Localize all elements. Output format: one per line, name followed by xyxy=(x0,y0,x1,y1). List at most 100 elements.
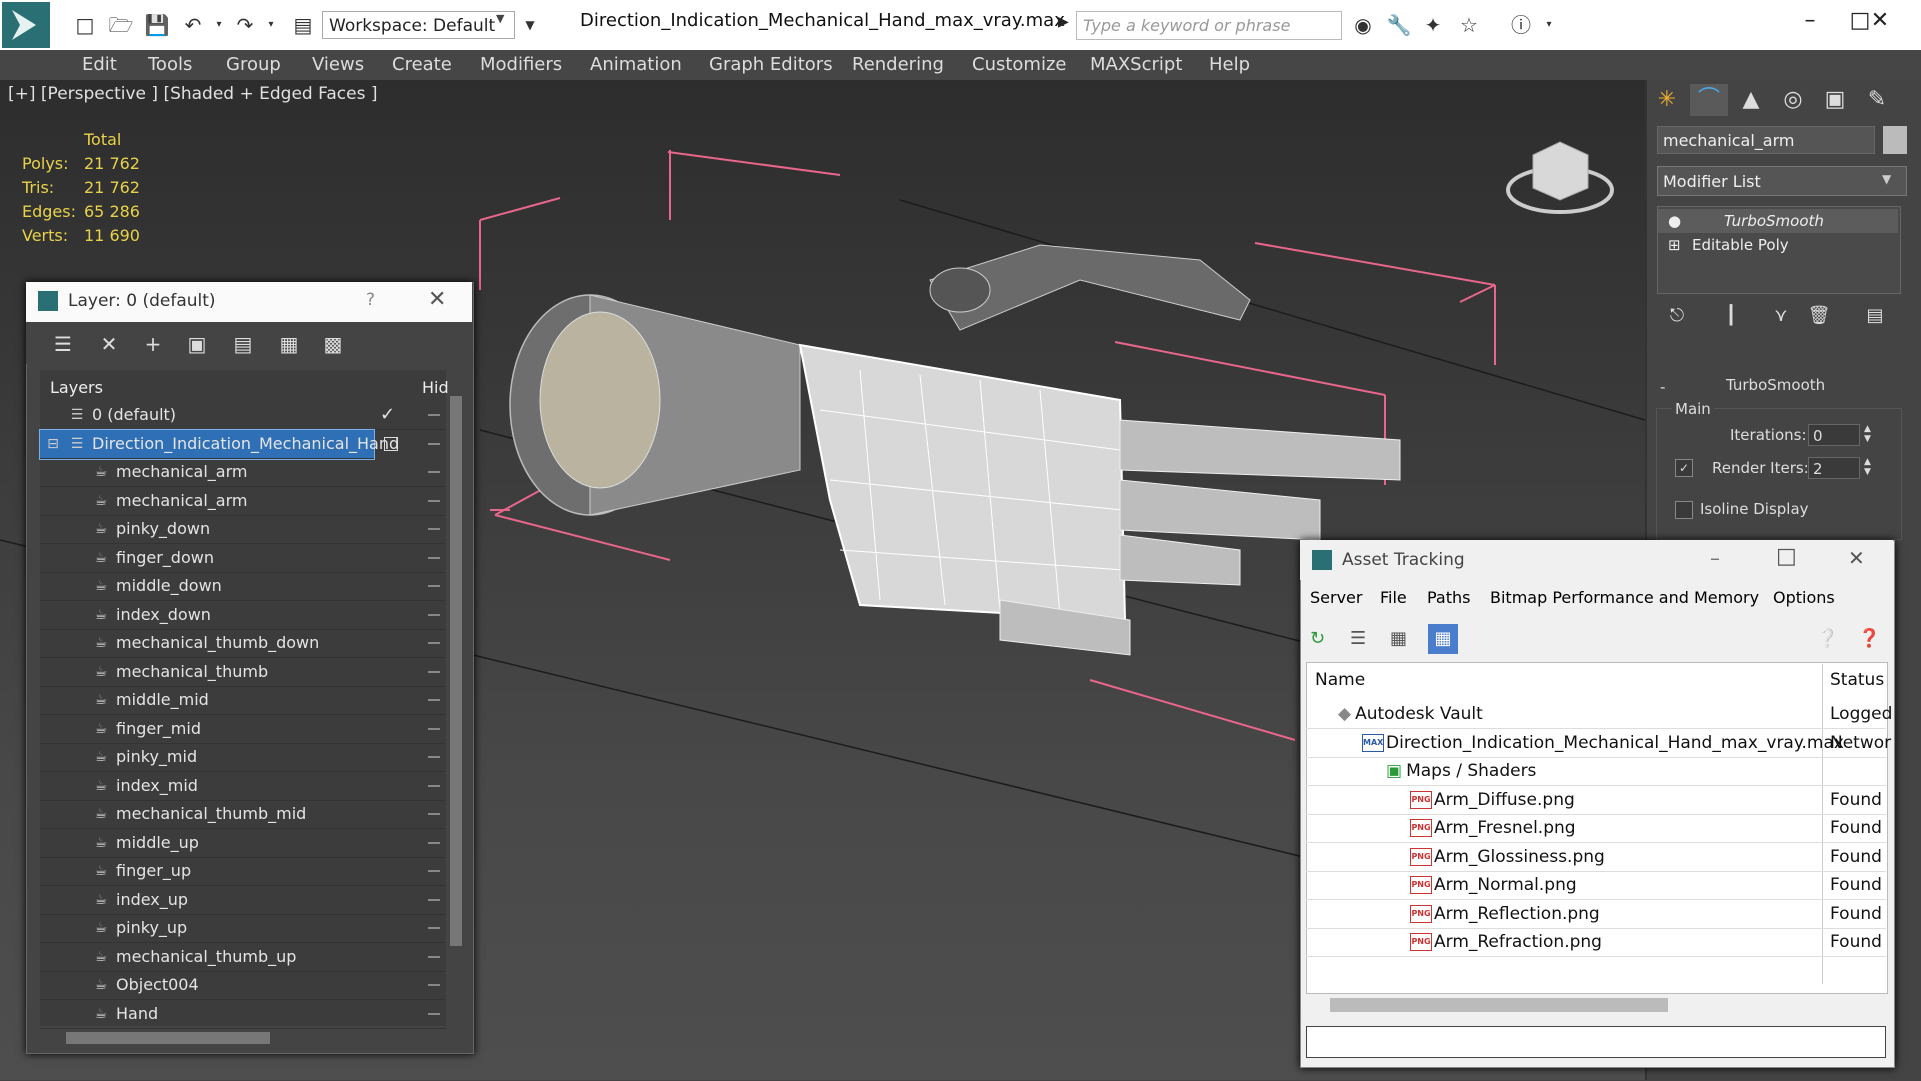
quick-access-overflow-icon[interactable]: ▼ xyxy=(520,11,540,39)
layer-help-icon[interactable]: ? xyxy=(366,290,375,310)
redo-dropdown-icon[interactable]: ▾ xyxy=(258,12,284,38)
utilities-tab-icon[interactable]: ✎ xyxy=(1858,84,1896,116)
layer-close-icon[interactable]: ✕ xyxy=(428,287,446,312)
search-input[interactable]: Type a keyword or phrase xyxy=(1076,11,1342,40)
display-tab-icon[interactable]: ▣ xyxy=(1816,84,1854,116)
current-layer-check-icon[interactable]: ✓ xyxy=(380,401,395,429)
make-unique-icon[interactable]: ⋎ xyxy=(1762,300,1800,332)
minimize-icon[interactable]: – xyxy=(1790,8,1830,33)
viewport-label[interactable]: [+] [Perspective ] [Shaded + Edged Faces… xyxy=(8,84,377,104)
layer-window-title-bar[interactable]: Layer: 0 (default) ? ✕ xyxy=(26,282,472,322)
new-file-icon[interactable]: □ xyxy=(72,12,98,38)
layer-object-row[interactable]: ☕ index_up xyxy=(40,886,446,915)
app-logo-icon[interactable] xyxy=(2,2,50,48)
modify-tab-icon[interactable]: ⌒ xyxy=(1690,84,1728,116)
menu-tools[interactable]: Tools xyxy=(148,54,192,75)
stack-item-turbosmooth[interactable]: ● TurboSmooth xyxy=(1658,209,1898,233)
asset-name-header[interactable]: Name xyxy=(1315,670,1365,690)
menu-maxscript[interactable]: MAXScript xyxy=(1090,54,1182,75)
hide-toggle[interactable] xyxy=(428,756,440,758)
hide-column-header[interactable]: Hid xyxy=(422,378,449,397)
undo-dropdown-icon[interactable]: ▾ xyxy=(206,12,232,38)
layer-object-row[interactable]: ☕ index_mid xyxy=(40,772,446,801)
hide-toggle[interactable] xyxy=(428,984,440,986)
layer-object-row[interactable]: ☕ index_down xyxy=(40,601,446,630)
redo-icon[interactable]: ↷ xyxy=(232,12,258,38)
layers-column-header[interactable]: Layers xyxy=(50,378,103,397)
asset-maximize-icon[interactable]: □ xyxy=(1776,544,1797,569)
save-icon[interactable]: 💾 xyxy=(144,12,170,38)
hide-toggle[interactable] xyxy=(428,898,440,901)
asset-menu-file[interactable]: File xyxy=(1380,588,1407,607)
menu-edit[interactable]: Edit xyxy=(82,54,117,75)
layer-object-row[interactable]: ☕ middle_up xyxy=(40,829,446,858)
create-layer-icon[interactable]: + xyxy=(138,330,168,358)
layer-object-row[interactable]: ☕ middle_down xyxy=(40,572,446,601)
layer-object-row[interactable]: ☕ pinky_up xyxy=(40,914,446,943)
hide-toggle[interactable] xyxy=(428,699,440,701)
layer-list-hscrollbar[interactable] xyxy=(66,1032,270,1044)
asset-row[interactable]: MAX Direction_Indication_Mechanical_Hand_… xyxy=(1306,729,1891,758)
hide-toggle[interactable] xyxy=(428,556,440,559)
asset-menu-server[interactable]: Server xyxy=(1310,588,1362,607)
menu-customize[interactable]: Customize xyxy=(972,54,1066,75)
layer-object-row[interactable]: ☕ middle_mid xyxy=(40,686,446,715)
layer-object-row[interactable]: ☕ pinky_mid xyxy=(40,743,446,772)
hide-toggle[interactable] xyxy=(428,813,440,815)
modifier-list-dropdown[interactable]: Modifier List xyxy=(1657,166,1907,196)
select-layer-icon[interactable]: ▤ xyxy=(228,330,258,358)
select-objects-icon[interactable]: ▣ xyxy=(182,330,212,358)
delete-layer-icon[interactable]: ✕ xyxy=(94,330,124,358)
object-color-swatch[interactable] xyxy=(1883,126,1907,154)
hierarchy-tab-icon[interactable]: ▲ xyxy=(1732,84,1770,116)
menu-views[interactable]: Views xyxy=(312,54,364,75)
menu-create[interactable]: Create xyxy=(392,54,452,75)
hide-toggle[interactable] xyxy=(428,841,440,844)
layer-object-row[interactable]: ☕ pinky_down xyxy=(40,515,446,544)
layer-object-row[interactable]: ☕ mechanical_arm xyxy=(40,458,446,487)
hide-toggle[interactable] xyxy=(428,471,440,473)
asset-close-icon[interactable]: ✕ xyxy=(1848,546,1865,570)
stack-item-editable-poly[interactable]: ⊞ Editable Poly xyxy=(1658,233,1898,257)
workspace-dropdown-icon[interactable]: ▼ xyxy=(496,12,504,25)
layer-object-row[interactable]: ☕ mechanical_thumb_mid xyxy=(40,800,446,829)
layer-object-row[interactable]: ☕ Hand xyxy=(40,1000,446,1029)
menu-animation[interactable]: Animation xyxy=(590,54,682,75)
hide-toggle[interactable] xyxy=(428,499,440,502)
hide-toggle[interactable] xyxy=(428,642,440,644)
menu-rendering[interactable]: Rendering xyxy=(852,54,944,75)
hide-toggle[interactable] xyxy=(428,528,440,530)
asset-row[interactable]: PNG Arm_Reflection.png Found xyxy=(1306,900,1886,929)
communication-icon[interactable]: ✦ xyxy=(1420,12,1446,38)
open-file-icon[interactable]: 🗁 xyxy=(108,12,134,38)
hide-toggle[interactable] xyxy=(428,927,440,929)
asset-row[interactable]: ▣ Maps / Shaders xyxy=(1306,757,1886,786)
menu-group[interactable]: Group xyxy=(226,54,281,75)
hide-toggle[interactable] xyxy=(428,955,440,958)
asset-row[interactable]: PNG Arm_Diffuse.png Found xyxy=(1306,786,1886,815)
menu-graph-editors[interactable]: Graph Editors xyxy=(709,54,833,75)
asset-row[interactable]: ◆ Autodesk Vault Logged xyxy=(1306,700,1892,729)
expand-icon[interactable]: ⊞ xyxy=(1668,233,1681,257)
favorites-icon[interactable]: ☆ xyxy=(1456,12,1482,38)
configure-sets-icon[interactable]: ▤ xyxy=(1856,300,1894,332)
lightbulb-icon[interactable]: ● xyxy=(1668,209,1681,233)
layer-list-scrollbar[interactable] xyxy=(450,396,462,946)
hide-toggle[interactable] xyxy=(428,442,440,445)
hide-toggle[interactable] xyxy=(428,585,440,587)
asset-row[interactable]: PNG Arm_Glossiness.png Found xyxy=(1306,843,1886,872)
object-name-field[interactable]: mechanical_arm xyxy=(1657,126,1875,154)
asset-table-view-icon[interactable]: ▦ xyxy=(1428,624,1458,654)
rollout-collapse-icon[interactable]: - xyxy=(1660,378,1665,396)
hide-toggle[interactable] xyxy=(428,1012,440,1015)
show-end-result-icon[interactable]: ┃ xyxy=(1712,300,1750,332)
render-iters-spinner[interactable]: 2 xyxy=(1808,457,1860,479)
search-expand-icon[interactable]: ▶ xyxy=(1058,14,1069,30)
set-current-box-icon[interactable] xyxy=(384,436,398,451)
add-to-layer-icon[interactable]: ▩ xyxy=(318,330,348,358)
hide-toggle[interactable] xyxy=(428,670,440,673)
asset-list-view-icon[interactable]: ☰ xyxy=(1350,628,1372,650)
asset-thumbnail-view-icon[interactable]: ▦ xyxy=(1390,628,1412,650)
pin-stack-icon[interactable]: ⎋ xyxy=(1658,300,1696,332)
asset-row[interactable]: PNG Arm_Refraction.png Found xyxy=(1306,928,1886,957)
